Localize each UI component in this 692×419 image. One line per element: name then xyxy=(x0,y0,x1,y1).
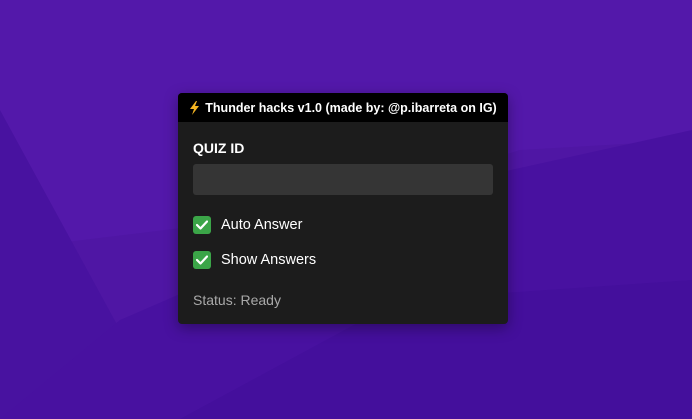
status-text: Status: Ready xyxy=(193,292,281,308)
lightning-bolt-icon xyxy=(190,100,200,115)
quiz-id-input[interactable] xyxy=(193,164,493,195)
panel-content: QUIZ ID Auto Answer Show Answers Status:… xyxy=(178,140,508,308)
window-title: Thunder hacks v1.0 (made by: @p.ibarreta… xyxy=(205,100,497,115)
quiz-id-label: QUIZ ID xyxy=(193,140,245,156)
show-answers-label: Show Answers xyxy=(221,252,317,268)
window-titlebar[interactable]: Thunder hacks v1.0 (made by: @p.ibarreta… xyxy=(178,93,508,122)
hack-panel-window: Thunder hacks v1.0 (made by: @p.ibarreta… xyxy=(178,93,508,324)
show-answers-checkbox[interactable] xyxy=(193,251,211,269)
checkmark-icon xyxy=(196,255,208,265)
show-answers-option[interactable]: Show Answers xyxy=(193,250,493,270)
auto-answer-option[interactable]: Auto Answer xyxy=(193,215,493,235)
checkmark-icon xyxy=(196,220,208,230)
auto-answer-label: Auto Answer xyxy=(221,217,303,233)
auto-answer-checkbox[interactable] xyxy=(193,216,211,234)
